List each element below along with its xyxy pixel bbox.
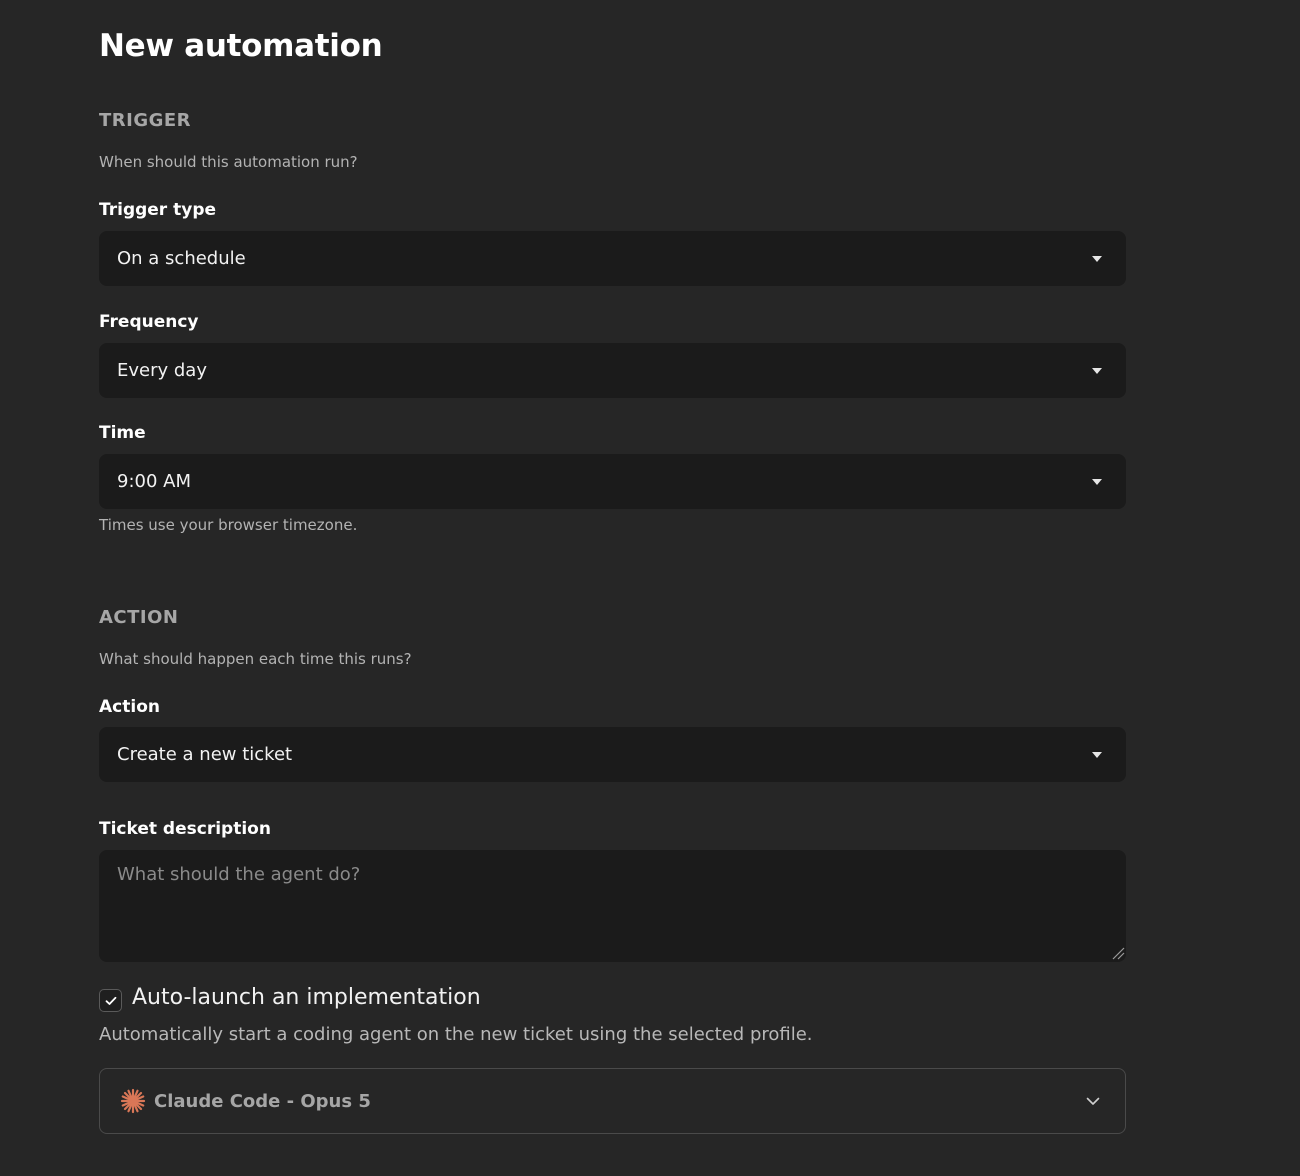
checkmark-icon: [105, 996, 116, 1005]
time-value: 9:00 AM: [117, 471, 191, 492]
resize-handle-icon[interactable]: [1111, 946, 1125, 960]
page-title: New automation: [99, 28, 383, 64]
trigger-section-subtitle: When should this automation run?: [99, 153, 358, 171]
frequency-label: Frequency: [99, 312, 199, 332]
frequency-select[interactable]: Every day: [99, 343, 1126, 398]
trigger-type-label: Trigger type: [99, 200, 217, 220]
caret-down-icon: [1092, 367, 1102, 374]
action-label: Action: [99, 697, 160, 717]
auto-launch-checkbox[interactable]: [99, 989, 122, 1012]
ticket-description-textarea[interactable]: [99, 850, 1126, 962]
trigger-section-heading: TRIGGER: [99, 110, 192, 131]
action-select[interactable]: Create a new ticket: [99, 727, 1126, 782]
trigger-type-select[interactable]: On a schedule: [99, 231, 1126, 286]
ticket-description-label: Ticket description: [99, 819, 271, 839]
caret-down-icon: [1092, 751, 1102, 758]
caret-down-icon: [1092, 255, 1102, 262]
action-section-heading: ACTION: [99, 607, 179, 628]
trigger-type-value: On a schedule: [117, 248, 246, 269]
time-label: Time: [99, 423, 146, 443]
auto-launch-description: Automatically start a coding agent on th…: [99, 1024, 813, 1045]
auto-launch-label[interactable]: Auto-launch an implementation: [132, 985, 481, 1010]
frequency-value: Every day: [117, 360, 207, 381]
chevron-down-icon: [1086, 1097, 1100, 1105]
action-section-subtitle: What should happen each time this runs?: [99, 650, 412, 668]
action-value: Create a new ticket: [117, 744, 293, 765]
caret-down-icon: [1092, 478, 1102, 485]
time-select[interactable]: 9:00 AM: [99, 454, 1126, 509]
agent-profile-value: Claude Code - Opus 5: [154, 1090, 371, 1112]
timezone-hint: Times use your browser timezone.: [99, 516, 358, 534]
new-automation-page: New automation TRIGGER When should this …: [0, 0, 1300, 1176]
agent-profile-select[interactable]: Claude Code - Opus 5: [99, 1068, 1126, 1134]
claude-sparkle-icon: [120, 1088, 146, 1114]
